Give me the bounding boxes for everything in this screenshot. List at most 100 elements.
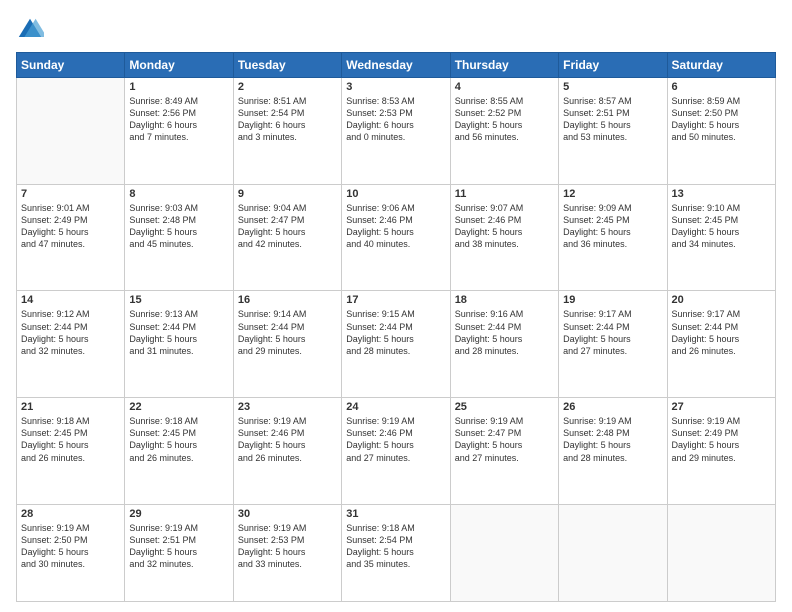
- calendar-cell: 27 Sunrise: 9:19 AM Sunset: 2:49 PM Dayli…: [667, 398, 775, 505]
- calendar-header-row: SundayMondayTuesdayWednesdayThursdayFrid…: [17, 53, 776, 78]
- day-number: 14: [21, 294, 120, 306]
- cell-info: Sunrise: 9:17 AM Sunset: 2:44 PM Dayligh…: [563, 308, 662, 357]
- cell-info: Sunrise: 9:17 AM Sunset: 2:44 PM Dayligh…: [672, 308, 771, 357]
- calendar-week-2: 14 Sunrise: 9:12 AM Sunset: 2:44 PM Dayli…: [17, 291, 776, 398]
- cell-info: Sunrise: 8:53 AM Sunset: 2:53 PM Dayligh…: [346, 95, 445, 144]
- cell-info: Sunrise: 9:19 AM Sunset: 2:46 PM Dayligh…: [238, 415, 337, 464]
- cell-info: Sunrise: 8:51 AM Sunset: 2:54 PM Dayligh…: [238, 95, 337, 144]
- calendar-cell: 7 Sunrise: 9:01 AM Sunset: 2:49 PM Daylig…: [17, 184, 125, 291]
- calendar-cell: 5 Sunrise: 8:57 AM Sunset: 2:51 PM Daylig…: [559, 78, 667, 185]
- day-number: 19: [563, 294, 662, 306]
- calendar-cell: 6 Sunrise: 8:59 AM Sunset: 2:50 PM Daylig…: [667, 78, 775, 185]
- calendar-cell: 23 Sunrise: 9:19 AM Sunset: 2:46 PM Dayli…: [233, 398, 341, 505]
- calendar-cell: 11 Sunrise: 9:07 AM Sunset: 2:46 PM Dayli…: [450, 184, 558, 291]
- cell-info: Sunrise: 9:03 AM Sunset: 2:48 PM Dayligh…: [129, 202, 228, 251]
- cell-info: Sunrise: 9:01 AM Sunset: 2:49 PM Dayligh…: [21, 202, 120, 251]
- cell-info: Sunrise: 9:14 AM Sunset: 2:44 PM Dayligh…: [238, 308, 337, 357]
- day-number: 15: [129, 294, 228, 306]
- day-number: 3: [346, 81, 445, 93]
- day-number: 12: [563, 188, 662, 200]
- calendar-cell: 13 Sunrise: 9:10 AM Sunset: 2:45 PM Dayli…: [667, 184, 775, 291]
- calendar-cell: 24 Sunrise: 9:19 AM Sunset: 2:46 PM Dayli…: [342, 398, 450, 505]
- day-number: 10: [346, 188, 445, 200]
- cell-info: Sunrise: 9:15 AM Sunset: 2:44 PM Dayligh…: [346, 308, 445, 357]
- day-header-friday: Friday: [559, 53, 667, 78]
- cell-info: Sunrise: 9:04 AM Sunset: 2:47 PM Dayligh…: [238, 202, 337, 251]
- day-number: 29: [129, 508, 228, 520]
- day-number: 4: [455, 81, 554, 93]
- day-header-monday: Monday: [125, 53, 233, 78]
- calendar-cell: 28Sunrise: 9:19 AM Sunset: 2:50 PM Dayli…: [17, 504, 125, 601]
- day-number: 2: [238, 81, 337, 93]
- cell-info: Sunrise: 9:19 AM Sunset: 2:46 PM Dayligh…: [346, 415, 445, 464]
- cell-info: Sunrise: 9:06 AM Sunset: 2:46 PM Dayligh…: [346, 202, 445, 251]
- cell-info: Sunrise: 8:49 AM Sunset: 2:56 PM Dayligh…: [129, 95, 228, 144]
- cell-info: Sunrise: 9:12 AM Sunset: 2:44 PM Dayligh…: [21, 308, 120, 357]
- calendar-cell: 31 Sunrise: 9:18 AM Sunset: 2:54 PM Dayli…: [342, 504, 450, 601]
- calendar-cell: 10 Sunrise: 9:06 AM Sunset: 2:46 PM Dayli…: [342, 184, 450, 291]
- day-number: 5: [563, 81, 662, 93]
- cell-info: Sunrise: 8:55 AM Sunset: 2:52 PM Dayligh…: [455, 95, 554, 144]
- day-number: 9: [238, 188, 337, 200]
- calendar-cell: 9 Sunrise: 9:04 AM Sunset: 2:47 PM Daylig…: [233, 184, 341, 291]
- calendar-cell: 18Sunrise: 9:16 AM Sunset: 2:44 PM Dayli…: [450, 291, 558, 398]
- cell-info: Sunrise: 9:19 AM Sunset: 2:47 PM Dayligh…: [455, 415, 554, 464]
- calendar-cell: 1 Sunrise: 8:49 AM Sunset: 2:56 PM Daylig…: [125, 78, 233, 185]
- cell-info: Sunrise: 9:19 AM Sunset: 2:48 PM Dayligh…: [563, 415, 662, 464]
- day-number: 6: [672, 81, 771, 93]
- calendar-cell: 2 Sunrise: 8:51 AM Sunset: 2:54 PM Daylig…: [233, 78, 341, 185]
- calendar-cell: 26 Sunrise: 9:19 AM Sunset: 2:48 PM Dayli…: [559, 398, 667, 505]
- calendar-cell: 29Sunrise: 9:19 AM Sunset: 2:51 PM Dayli…: [125, 504, 233, 601]
- calendar-cell: 19 Sunrise: 9:17 AM Sunset: 2:44 PM Dayli…: [559, 291, 667, 398]
- day-number: 23: [238, 401, 337, 413]
- day-number: 27: [672, 401, 771, 413]
- calendar-cell: 16Sunrise: 9:14 AM Sunset: 2:44 PM Dayli…: [233, 291, 341, 398]
- calendar-cell: [667, 504, 775, 601]
- day-number: 21: [21, 401, 120, 413]
- cell-info: Sunrise: 9:18 AM Sunset: 2:54 PM Dayligh…: [346, 522, 445, 571]
- calendar-cell: 15Sunrise: 9:13 AM Sunset: 2:44 PM Dayli…: [125, 291, 233, 398]
- calendar-cell: [559, 504, 667, 601]
- cell-info: Sunrise: 9:10 AM Sunset: 2:45 PM Dayligh…: [672, 202, 771, 251]
- calendar-week-4: 28Sunrise: 9:19 AM Sunset: 2:50 PM Dayli…: [17, 504, 776, 601]
- calendar-week-1: 7 Sunrise: 9:01 AM Sunset: 2:49 PM Daylig…: [17, 184, 776, 291]
- calendar-cell: 21 Sunrise: 9:18 AM Sunset: 2:45 PM Dayli…: [17, 398, 125, 505]
- page: SundayMondayTuesdayWednesdayThursdayFrid…: [0, 0, 792, 612]
- day-number: 26: [563, 401, 662, 413]
- calendar-cell: 17 Sunrise: 9:15 AM Sunset: 2:44 PM Dayli…: [342, 291, 450, 398]
- cell-info: Sunrise: 9:19 AM Sunset: 2:50 PM Dayligh…: [21, 522, 120, 571]
- calendar-cell: 25 Sunrise: 9:19 AM Sunset: 2:47 PM Dayli…: [450, 398, 558, 505]
- logo-icon: [16, 16, 44, 44]
- cell-info: Sunrise: 9:18 AM Sunset: 2:45 PM Dayligh…: [21, 415, 120, 464]
- day-number: 17: [346, 294, 445, 306]
- day-number: 24: [346, 401, 445, 413]
- calendar-cell: 3 Sunrise: 8:53 AM Sunset: 2:53 PM Daylig…: [342, 78, 450, 185]
- calendar-cell: [450, 504, 558, 601]
- calendar-cell: 22 Sunrise: 9:18 AM Sunset: 2:45 PM Dayli…: [125, 398, 233, 505]
- cell-info: Sunrise: 9:09 AM Sunset: 2:45 PM Dayligh…: [563, 202, 662, 251]
- day-number: 7: [21, 188, 120, 200]
- day-header-thursday: Thursday: [450, 53, 558, 78]
- cell-info: Sunrise: 9:07 AM Sunset: 2:46 PM Dayligh…: [455, 202, 554, 251]
- cell-info: Sunrise: 9:19 AM Sunset: 2:49 PM Dayligh…: [672, 415, 771, 464]
- calendar-cell: [17, 78, 125, 185]
- calendar-week-3: 21 Sunrise: 9:18 AM Sunset: 2:45 PM Dayli…: [17, 398, 776, 505]
- cell-info: Sunrise: 9:18 AM Sunset: 2:45 PM Dayligh…: [129, 415, 228, 464]
- calendar-cell: 12 Sunrise: 9:09 AM Sunset: 2:45 PM Dayli…: [559, 184, 667, 291]
- day-number: 31: [346, 508, 445, 520]
- cell-info: Sunrise: 8:57 AM Sunset: 2:51 PM Dayligh…: [563, 95, 662, 144]
- calendar-cell: 30Sunrise: 9:19 AM Sunset: 2:53 PM Dayli…: [233, 504, 341, 601]
- calendar-cell: 20Sunrise: 9:17 AM Sunset: 2:44 PM Dayli…: [667, 291, 775, 398]
- day-number: 25: [455, 401, 554, 413]
- day-number: 1: [129, 81, 228, 93]
- day-number: 18: [455, 294, 554, 306]
- day-number: 13: [672, 188, 771, 200]
- day-header-saturday: Saturday: [667, 53, 775, 78]
- day-header-tuesday: Tuesday: [233, 53, 341, 78]
- cell-info: Sunrise: 8:59 AM Sunset: 2:50 PM Dayligh…: [672, 95, 771, 144]
- calendar-cell: 8Sunrise: 9:03 AM Sunset: 2:48 PM Daylig…: [125, 184, 233, 291]
- calendar-week-0: 1 Sunrise: 8:49 AM Sunset: 2:56 PM Daylig…: [17, 78, 776, 185]
- day-number: 11: [455, 188, 554, 200]
- day-header-wednesday: Wednesday: [342, 53, 450, 78]
- day-number: 22: [129, 401, 228, 413]
